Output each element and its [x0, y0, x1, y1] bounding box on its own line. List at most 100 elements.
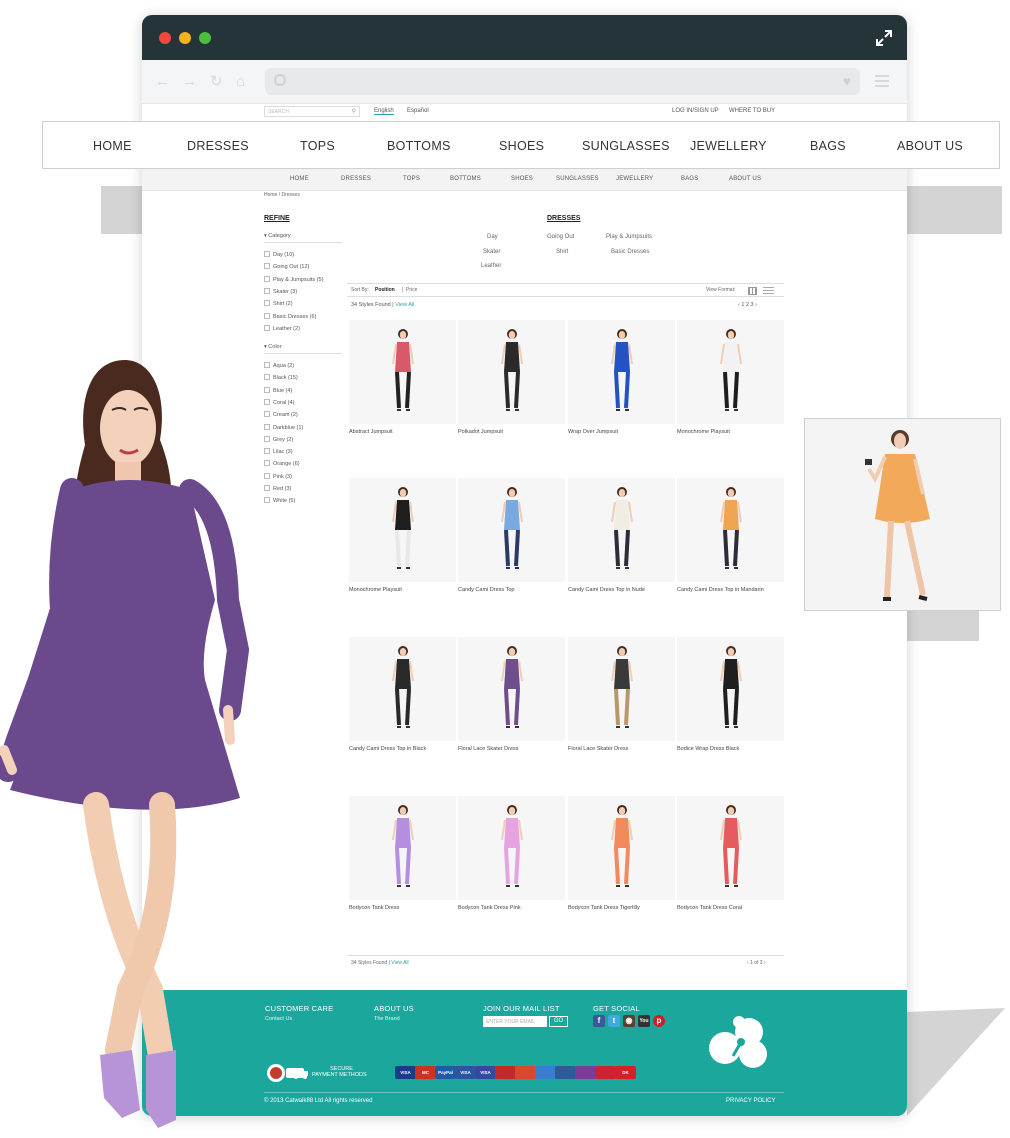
product-card[interactable]: Abstract Jumpsuit: [349, 320, 456, 435]
product-card[interactable]: Monochrome Playsuit: [677, 320, 784, 435]
lang-english[interactable]: English: [374, 108, 394, 115]
nav-dresses[interactable]: DRESSES: [187, 139, 249, 153]
product-image[interactable]: [349, 478, 456, 582]
product-card[interactable]: Floral Lace Skater Dress: [568, 637, 675, 752]
product-card[interactable]: Bodycon Tank Dress Pink: [458, 796, 565, 911]
pager-top[interactable]: ‹ 1 2 3 ›: [738, 302, 757, 308]
close-dot[interactable]: [159, 32, 171, 44]
where-to-buy-link[interactable]: WHERE TO BUY: [729, 108, 775, 114]
product-image[interactable]: [349, 320, 456, 424]
product-card[interactable]: Candy Cami Dress Top in Black: [349, 637, 456, 752]
product-image[interactable]: [568, 320, 675, 424]
search-icon[interactable]: ⚲: [352, 108, 356, 115]
checkbox[interactable]: [264, 472, 270, 479]
twitter-icon[interactable]: t: [608, 1015, 620, 1027]
checkbox[interactable]: [264, 362, 270, 368]
product-image[interactable]: [677, 478, 784, 582]
color-item[interactable]: Cream (2): [264, 411, 298, 418]
product-image[interactable]: [677, 796, 784, 900]
subcat-leather[interactable]: Leather: [481, 263, 501, 269]
site-search-input[interactable]: SEARCH ⚲: [264, 106, 360, 117]
color-item[interactable]: Pink (3): [264, 472, 292, 480]
checkbox[interactable]: [264, 448, 270, 455]
heart-icon[interactable]: ♥: [843, 73, 851, 89]
checkbox[interactable]: [264, 398, 270, 405]
checkbox[interactable]: [264, 460, 270, 467]
product-name[interactable]: Bodycon Tank Dress Coral: [677, 905, 784, 911]
login-link[interactable]: LOG IN/SIGN UP: [672, 108, 719, 114]
pager-bottom[interactable]: ‹ 1 of 3 ›: [747, 960, 766, 966]
nav-tops[interactable]: TOPS: [300, 139, 335, 153]
checkbox[interactable]: [264, 324, 270, 331]
product-image[interactable]: [568, 478, 675, 582]
product-name[interactable]: Floral Lace Skater Dress: [458, 746, 565, 752]
email-field[interactable]: ENTER YOUR EMAIL: [483, 1016, 547, 1027]
reload-icon[interactable]: ↻: [210, 73, 223, 91]
lang-espanol[interactable]: Español: [407, 108, 429, 114]
checkbox[interactable]: [264, 497, 270, 504]
small-nav-sunglasses[interactable]: SUNGLASSES: [556, 176, 599, 182]
sort-price[interactable]: Price: [406, 287, 417, 293]
facebook-icon[interactable]: f: [593, 1015, 605, 1027]
color-item[interactable]: Grey (2): [264, 435, 293, 443]
product-image[interactable]: [677, 637, 784, 741]
subcat-play-jumpsuits[interactable]: Play & Jumpsuits: [606, 234, 652, 240]
breadcrumb[interactable]: Home / Dresses: [264, 192, 300, 198]
menu-icon[interactable]: [875, 75, 889, 90]
nav-shoes[interactable]: SHOES: [499, 139, 544, 153]
checkbox[interactable]: [264, 263, 270, 270]
product-name[interactable]: Candy Cami Dress Top in Black: [349, 746, 456, 752]
checkbox[interactable]: [264, 386, 270, 393]
contact-us-link[interactable]: Contact Us: [265, 1016, 292, 1022]
small-nav-bottoms[interactable]: BOTTOMS: [450, 176, 481, 182]
product-name[interactable]: Abstract Jumpsuit: [349, 429, 456, 435]
product-name[interactable]: Polkadot Jumpsuit: [458, 429, 565, 435]
subcat-going-out[interactable]: Going Out: [547, 234, 574, 240]
color-facet-title[interactable]: ▾ Color: [264, 344, 342, 354]
product-name[interactable]: Candy Cami Dress Top in Mandarin: [677, 587, 784, 593]
checkbox[interactable]: [264, 312, 270, 319]
expand-icon[interactable]: [875, 29, 893, 47]
product-card[interactable]: Candy Cami Dress Top in Mandarin: [677, 478, 784, 593]
checkbox[interactable]: [264, 287, 270, 294]
color-item[interactable]: Blue (4): [264, 386, 292, 394]
category-item[interactable]: Basic Dresses (6): [264, 312, 316, 320]
product-card[interactable]: Bodice Wrap Dress Black: [677, 637, 784, 752]
product-name[interactable]: Wrap Over Jumpsuit: [568, 429, 675, 435]
product-name[interactable]: Bodycon Tank Dress Tigerlilly: [568, 905, 675, 911]
product-image[interactable]: [458, 478, 565, 582]
product-name[interactable]: Floral Lace Skater Dress: [568, 746, 675, 752]
category-item[interactable]: Going Out (12): [264, 263, 309, 270]
minimize-dot[interactable]: [179, 32, 191, 44]
subcat-shirt[interactable]: Shirt: [556, 249, 568, 255]
product-card[interactable]: Candy Cami Dress Top: [458, 478, 565, 593]
the-brand-link[interactable]: The Brand: [374, 1016, 400, 1022]
small-nav-shoes[interactable]: SHOES: [511, 176, 533, 182]
home-icon[interactable]: ⌂: [236, 73, 245, 91]
color-item[interactable]: White (5): [264, 497, 295, 504]
back-arrow-icon[interactable]: ←: [155, 73, 170, 91]
product-card[interactable]: Wrap Over Jumpsuit: [568, 320, 675, 435]
product-image[interactable]: [458, 637, 565, 741]
product-image[interactable]: [458, 320, 565, 424]
category-facet-title[interactable]: ▾ Category: [264, 233, 342, 243]
category-item[interactable]: Skater (3): [264, 287, 297, 295]
pinterest-icon[interactable]: p: [653, 1015, 665, 1027]
nav-about[interactable]: ABOUT US: [897, 139, 963, 153]
small-nav-about[interactable]: ABOUT US: [729, 176, 761, 182]
checkbox[interactable]: [264, 251, 270, 257]
product-image[interactable]: [568, 637, 675, 741]
small-nav-dresses[interactable]: DRESSES: [341, 176, 371, 182]
product-name[interactable]: Bodice Wrap Dress Black: [677, 746, 784, 752]
product-image[interactable]: [677, 320, 784, 424]
product-card[interactable]: Candy Cami Dress Top in Nude: [568, 478, 675, 593]
product-image[interactable]: [349, 796, 456, 900]
subcat-skater[interactable]: Skater: [483, 249, 500, 255]
checkbox[interactable]: [264, 423, 270, 430]
product-image[interactable]: [568, 796, 675, 900]
product-card[interactable]: Monochrome Playsuit: [349, 478, 456, 593]
checkbox[interactable]: [264, 374, 270, 381]
product-card[interactable]: Bodycon Tank Dress: [349, 796, 456, 911]
color-item[interactable]: Aqua (2): [264, 362, 294, 369]
nav-home[interactable]: HOME: [93, 139, 132, 153]
